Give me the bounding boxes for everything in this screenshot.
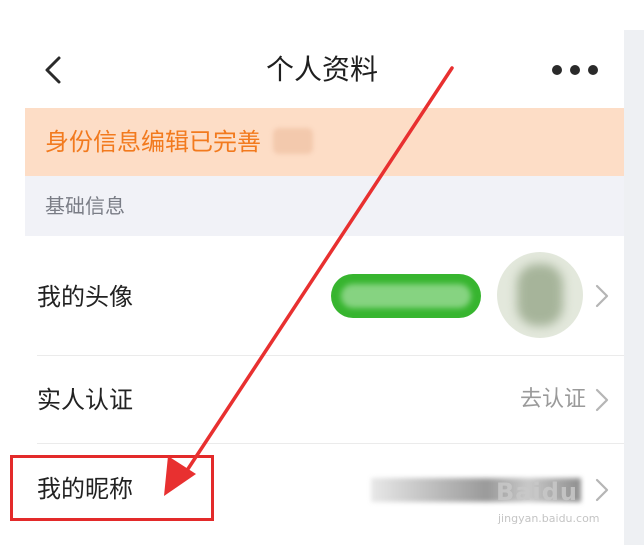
highlight-box [10, 455, 214, 521]
row-avatar[interactable]: 我的头像 [25, 236, 624, 356]
blurred-emoji [273, 128, 313, 154]
more-horizontal-icon [552, 65, 598, 75]
notice-text: 身份信息编辑已完善 [45, 128, 261, 156]
row-label-verification: 实人认证 [37, 386, 133, 414]
row-label-avatar: 我的头像 [37, 283, 133, 311]
profile-screen: 个人资料 身份信息编辑已完善 基础信息 我的头像 实人认证 去认证 我的昵称 B… [0, 0, 644, 545]
notice-banner: 身份信息编辑已完善 [25, 108, 624, 176]
avatar[interactable] [497, 252, 583, 338]
blurred-badge [331, 274, 481, 318]
verify-action-text[interactable]: 去认证 [520, 384, 586, 416]
blurred-nickname [371, 478, 581, 502]
chevron-right-icon [595, 478, 609, 502]
chevron-right-icon [595, 388, 609, 412]
section-label: 基础信息 [45, 194, 125, 218]
more-button[interactable] [549, 56, 601, 84]
nav-bar: 个人资料 [25, 38, 624, 102]
section-header-basic-info: 基础信息 [25, 176, 624, 236]
chevron-right-icon [595, 284, 609, 308]
page-title: 个人资料 [265, 53, 378, 86]
side-scroll-strip [624, 30, 644, 545]
row-real-name-verification[interactable]: 实人认证 去认证 [25, 356, 624, 444]
